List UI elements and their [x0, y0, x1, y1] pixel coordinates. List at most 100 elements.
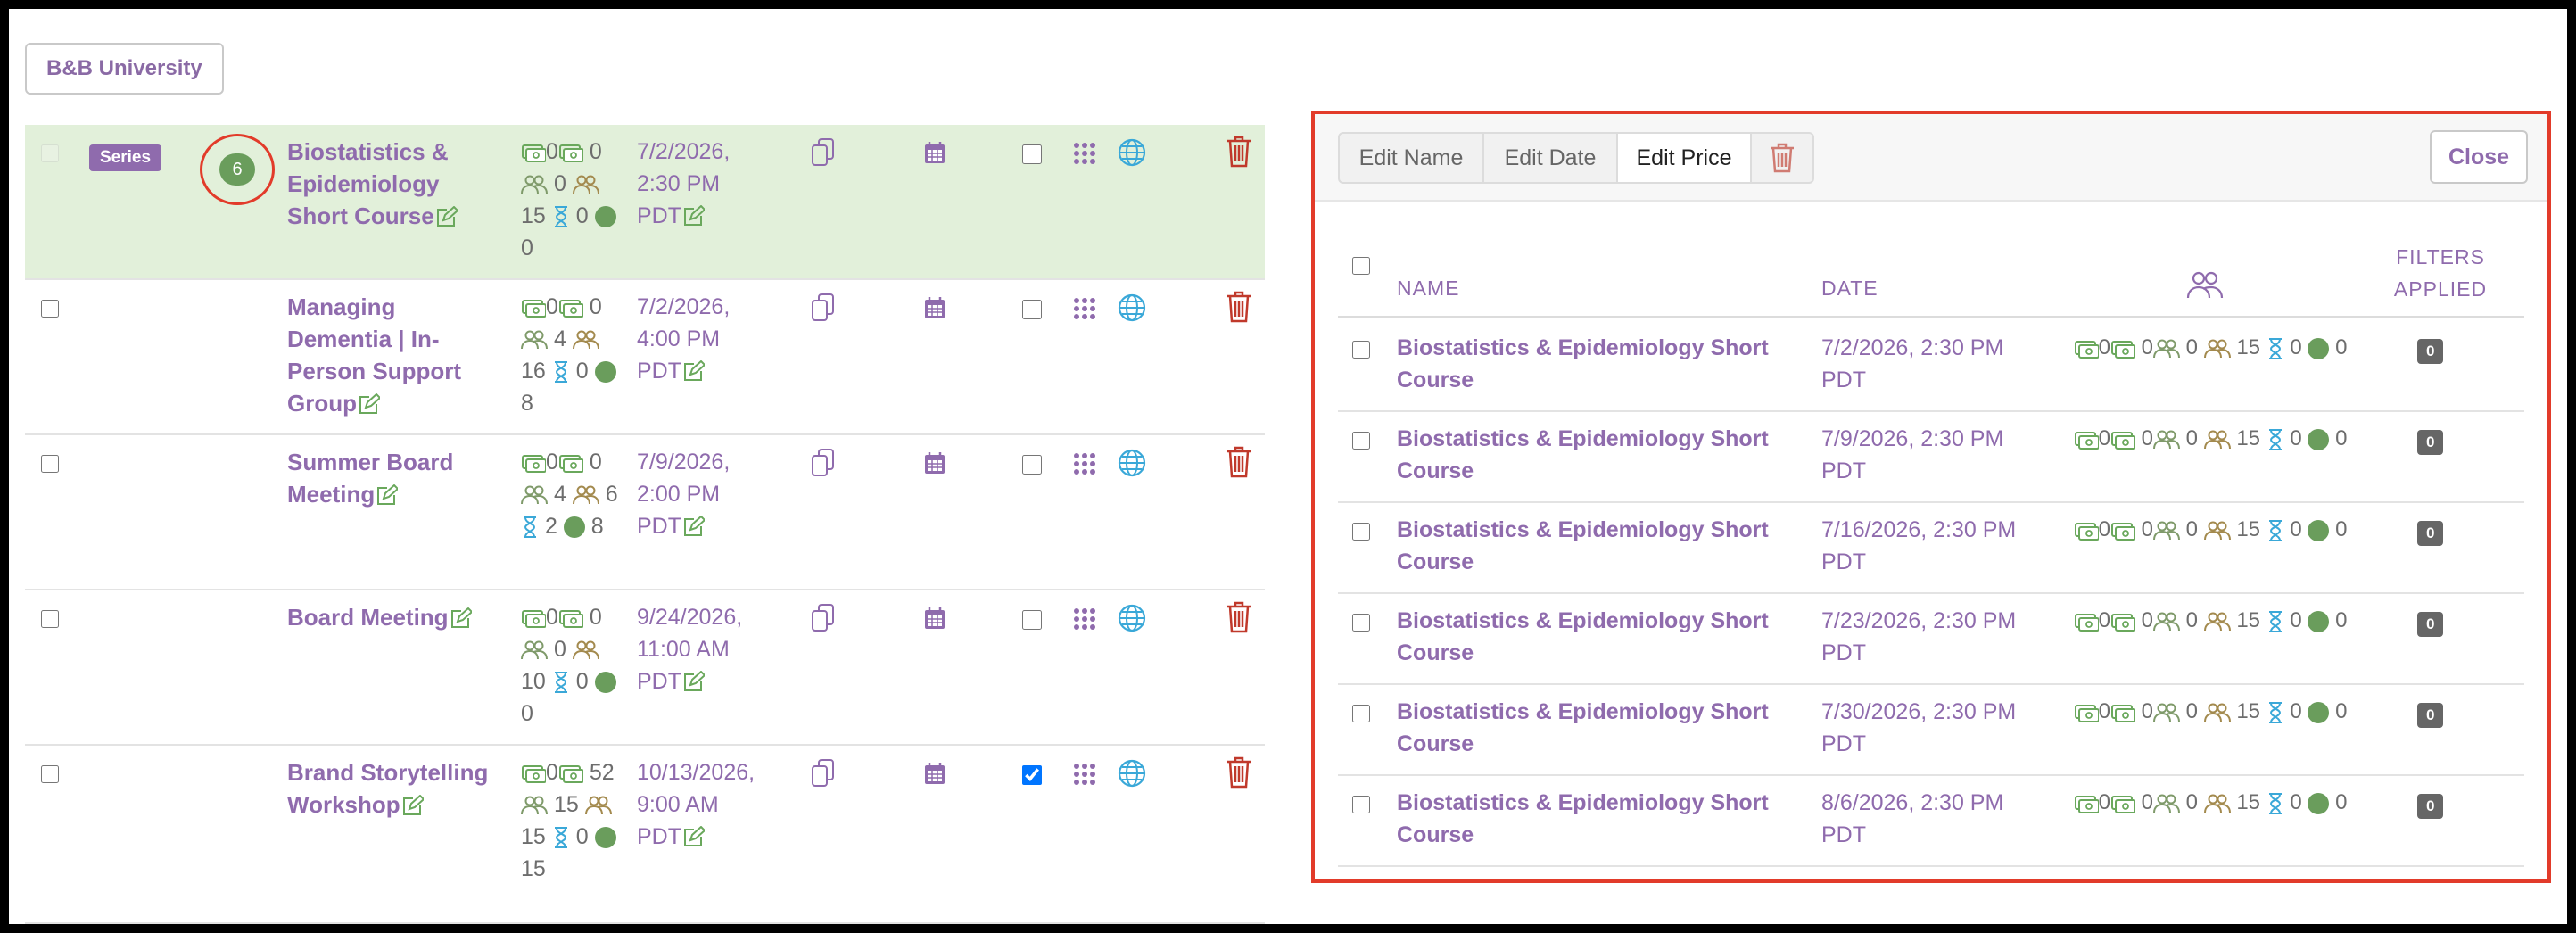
ticket-icon: [2110, 608, 2135, 632]
copy-icon[interactable]: [810, 137, 837, 172]
select-all-checkbox[interactable]: [1352, 257, 1370, 275]
publish-toggle-checkbox[interactable]: [1022, 765, 1042, 785]
event-select-checkbox[interactable]: [41, 455, 59, 473]
publish-toggle-checkbox[interactable]: [1022, 144, 1042, 164]
occurrence-name-link[interactable]: Biostatistics & Epidemiology Short Cours…: [1397, 787, 1789, 851]
occurrence-row[interactable]: Biostatistics & Epidemiology Short Cours…: [1338, 410, 2524, 503]
copy-icon[interactable]: [810, 603, 837, 638]
event-name-link[interactable]: Managing Dementia | In-Person Support Gr…: [287, 291, 501, 419]
copy-icon[interactable]: [810, 293, 837, 327]
occurrence-select-checkbox[interactable]: [1352, 432, 1370, 450]
edit-name-icon[interactable]: [400, 791, 424, 818]
edit-date-icon[interactable]: [681, 824, 705, 849]
hourglass-icon: [2266, 517, 2284, 541]
occurrence-select-checkbox[interactable]: [1352, 705, 1370, 722]
trash-icon[interactable]: [1226, 291, 1252, 327]
event-name-link[interactable]: Summer Board Meeting: [287, 446, 501, 510]
event-select-checkbox[interactable]: [41, 144, 59, 162]
globe-icon[interactable]: [1117, 137, 1147, 172]
occurrence-row[interactable]: Biostatistics & Epidemiology Short Cours…: [1338, 319, 2524, 412]
calendar-icon[interactable]: [924, 141, 945, 169]
event-stat-4: 0: [575, 359, 589, 384]
status-dot-icon: [563, 516, 585, 539]
event-row[interactable]: Board Meeting 0 0 0 10 0 0 9/24/2026, 11:00…: [25, 590, 1265, 746]
edit-name-icon[interactable]: [375, 481, 399, 508]
occurrence-select-checkbox[interactable]: [1352, 341, 1370, 359]
occurrence-row[interactable]: Biostatistics & Epidemiology Short Cours…: [1338, 683, 2524, 776]
globe-icon[interactable]: [1117, 293, 1147, 327]
event-row[interactable]: Summer Board Meeting 0 0 4 6 2 8 7/9/2026,…: [25, 435, 1265, 590]
people-icon: [2152, 517, 2180, 541]
globe-icon[interactable]: [1117, 448, 1147, 483]
occurrence-name-link[interactable]: Biostatistics & Epidemiology Short Cours…: [1397, 332, 1789, 396]
occurrence-name-link[interactable]: Biostatistics & Epidemiology Short Cours…: [1397, 696, 1789, 760]
occurrence-count-highlight[interactable]: 6: [200, 134, 275, 205]
calendar-icon[interactable]: [924, 451, 945, 479]
edit-name-icon[interactable]: [434, 202, 458, 229]
event-select-checkbox[interactable]: [41, 765, 59, 783]
occurrence-select-checkbox[interactable]: [1352, 614, 1370, 632]
publish-toggle-checkbox[interactable]: [1022, 610, 1042, 630]
occurrence-row[interactable]: Biostatistics & Epidemiology Short Cours…: [1338, 501, 2524, 594]
filters-applied-badge: 0: [2417, 339, 2444, 364]
occurrence-stat-2: 0: [2185, 699, 2198, 723]
edit-name-icon[interactable]: [449, 604, 472, 631]
occurrence-name-link[interactable]: Biostatistics & Epidemiology Short Cours…: [1397, 514, 1789, 578]
event-row[interactable]: Brand Storytelling Workshop 0 52 15 15 0 …: [25, 746, 1265, 924]
event-name-link[interactable]: Biostatistics & Epidemiology Short Cours…: [287, 136, 501, 232]
globe-icon[interactable]: [1117, 603, 1147, 638]
people-icon: [2152, 426, 2180, 450]
trash-icon[interactable]: [1226, 601, 1252, 638]
edit-date-icon[interactable]: [681, 669, 705, 694]
trash-icon[interactable]: [1226, 136, 1252, 172]
filters-applied-badge: 0: [2417, 612, 2444, 637]
occurrence-select-checkbox[interactable]: [1352, 796, 1370, 813]
occurrence-stat-1: 0: [2141, 699, 2153, 723]
edit-date-icon[interactable]: [681, 514, 705, 539]
qr-dots-icon[interactable]: [1074, 143, 1095, 169]
trash-icon[interactable]: [1226, 446, 1252, 483]
edit-date-icon[interactable]: [681, 359, 705, 384]
occurrence-row[interactable]: Biostatistics & Epidemiology Short Cours…: [1338, 774, 2524, 867]
edit-name-icon[interactable]: [357, 390, 380, 417]
column-header-name[interactable]: NAME: [1397, 277, 1459, 301]
calendar-icon[interactable]: [924, 762, 945, 789]
edit-date-icon[interactable]: [681, 203, 705, 228]
hourglass-icon: [552, 669, 570, 694]
publish-toggle-checkbox[interactable]: [1022, 300, 1042, 319]
occurrence-name-link[interactable]: Biostatistics & Epidemiology Short Cours…: [1397, 423, 1789, 487]
qr-dots-icon[interactable]: [1074, 608, 1095, 634]
event-select-checkbox[interactable]: [41, 300, 59, 318]
trash-icon[interactable]: [1226, 756, 1252, 793]
calendar-icon[interactable]: [924, 607, 945, 634]
copy-icon[interactable]: [810, 448, 837, 483]
ticket-icon: [558, 450, 583, 475]
event-stat-1: 52: [589, 760, 615, 785]
qr-dots-icon[interactable]: [1074, 453, 1095, 479]
globe-icon[interactable]: [1117, 758, 1147, 793]
occurrence-name-link[interactable]: Biostatistics & Epidemiology Short Cours…: [1397, 605, 1789, 669]
event-row[interactable]: Series 6 Biostatistics & Epidemiology Shor…: [25, 125, 1265, 280]
delete-selected-button[interactable]: [1750, 132, 1814, 184]
occurrence-stat-3: 15: [2236, 426, 2261, 450]
event-name-link[interactable]: Brand Storytelling Workshop: [287, 756, 501, 821]
qr-dots-icon[interactable]: [1074, 764, 1095, 789]
organization-button[interactable]: B&B University: [25, 43, 224, 95]
hourglass-icon: [521, 514, 539, 539]
qr-dots-icon[interactable]: [1074, 298, 1095, 324]
edit-date-button[interactable]: Edit Date: [1482, 132, 1618, 184]
occurrence-select-checkbox[interactable]: [1352, 523, 1370, 541]
event-name-link[interactable]: Board Meeting: [287, 601, 501, 633]
close-button[interactable]: Close: [2430, 130, 2528, 184]
occurrence-stat-5: 0: [2335, 426, 2348, 450]
event-row[interactable]: Managing Dementia | In-Person Support Gr…: [25, 280, 1265, 435]
edit-name-button[interactable]: Edit Name: [1338, 132, 1484, 184]
calendar-icon[interactable]: [924, 296, 945, 324]
event-select-checkbox[interactable]: [41, 610, 59, 628]
publish-toggle-checkbox[interactable]: [1022, 455, 1042, 475]
edit-price-button[interactable]: Edit Price: [1616, 132, 1752, 184]
occurrence-row[interactable]: Biostatistics & Epidemiology Short Cours…: [1338, 592, 2524, 685]
column-header-filters[interactable]: FILTERS APPLIED: [2390, 241, 2490, 305]
copy-icon[interactable]: [810, 758, 837, 793]
column-header-date[interactable]: DATE: [1821, 277, 1878, 301]
